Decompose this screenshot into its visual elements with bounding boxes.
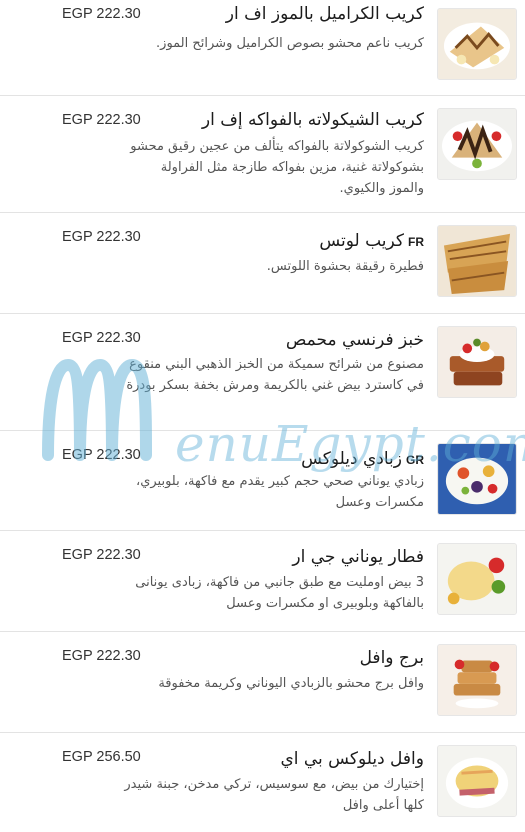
item-price: EGP 222.30 xyxy=(62,6,141,22)
menu-item[interactable]: EGP 222.30 فطار يوناني جي ار 3 بيض اوملي… xyxy=(0,531,525,632)
item-price: EGP 222.30 xyxy=(62,547,141,563)
item-title: GRزبادي ديلوكس xyxy=(301,449,424,469)
menu-item[interactable]: EGP 222.30 برج وافل وافل برج محشو بالزبا… xyxy=(0,632,525,733)
item-description: كريب ناعم محشو بصوص الكراميل وشرائح المو… xyxy=(156,36,424,51)
menu-item[interactable]: EGP 222.30 خبز فرنسي محمص مصنوع من شرائح… xyxy=(0,314,525,431)
item-description: إختيارك من بيض، مع سوسيس، تركي مدخن، جبن… xyxy=(124,777,424,813)
menu-item[interactable]: EGP 222.30 GRزبادي ديلوكس زبادي يوناني ص… xyxy=(0,431,525,531)
item-description: زبادي يوناني صحي حجم كبير يقدم مع فاكهة،… xyxy=(136,474,424,510)
item-title: خبز فرنسي محمص xyxy=(285,330,424,350)
menu-item[interactable]: EGP 222.30 FRكريب لوتس فطيرة رقيقة بحشوة… xyxy=(0,213,525,314)
item-description: كريب الشوكولاتة بالفواكه يتألف من عجين ر… xyxy=(130,139,424,196)
waffle-tower-photo[interactable] xyxy=(437,644,517,716)
item-description: وافل برج محشو بالزبادي اليوناني وكريمة م… xyxy=(158,676,424,691)
item-title: كريب الشيكولاته بالفواكه إف ار xyxy=(201,110,424,130)
item-description: مصنوع من شرائح سميكة من الخبز الذهبي الب… xyxy=(126,357,424,393)
item-price: EGP 222.30 xyxy=(62,229,141,245)
deluxe-waffle-photo[interactable] xyxy=(437,745,517,817)
item-title: FRكريب لوتس xyxy=(319,231,424,251)
item-title: كريب الكراميل بالموز اف ار xyxy=(225,4,424,24)
menu-item[interactable]: EGP 256.50 وافل ديلوكس بي اي إختيارك من … xyxy=(0,733,525,832)
item-title: وافل ديلوكس بي اي xyxy=(280,749,424,769)
greek-breakfast-photo[interactable] xyxy=(437,543,517,615)
menu-item[interactable]: EGP 222.30 كريب الكراميل بالموز اف ار كر… xyxy=(0,0,525,96)
item-title: فطار يوناني جي ار xyxy=(292,547,424,567)
item-price: EGP 222.30 xyxy=(62,112,141,128)
crepe-banana-caramel-photo[interactable] xyxy=(437,8,517,80)
item-price: EGP 256.50 xyxy=(62,749,141,765)
item-description: فطيرة رقيقة بحشوة اللوتس. xyxy=(266,259,424,274)
greek-yogurt-bowl-photo[interactable] xyxy=(437,443,517,515)
french-toast-photo[interactable] xyxy=(437,326,517,398)
item-title: برج وافل xyxy=(359,648,424,668)
chocolate-fruit-crepe-photo[interactable] xyxy=(437,108,517,180)
lotus-crepe-photo[interactable] xyxy=(437,225,517,297)
item-price: EGP 222.30 xyxy=(62,648,141,664)
item-price: EGP 222.30 xyxy=(62,330,141,346)
item-description: 3 بيض اومليت مع طبق جانبي من فاكهة، زباد… xyxy=(135,575,424,611)
menu-item[interactable]: EGP 222.30 كريب الشيكولاته بالفواكه إف ا… xyxy=(0,96,525,213)
item-price: EGP 222.30 xyxy=(62,447,141,463)
